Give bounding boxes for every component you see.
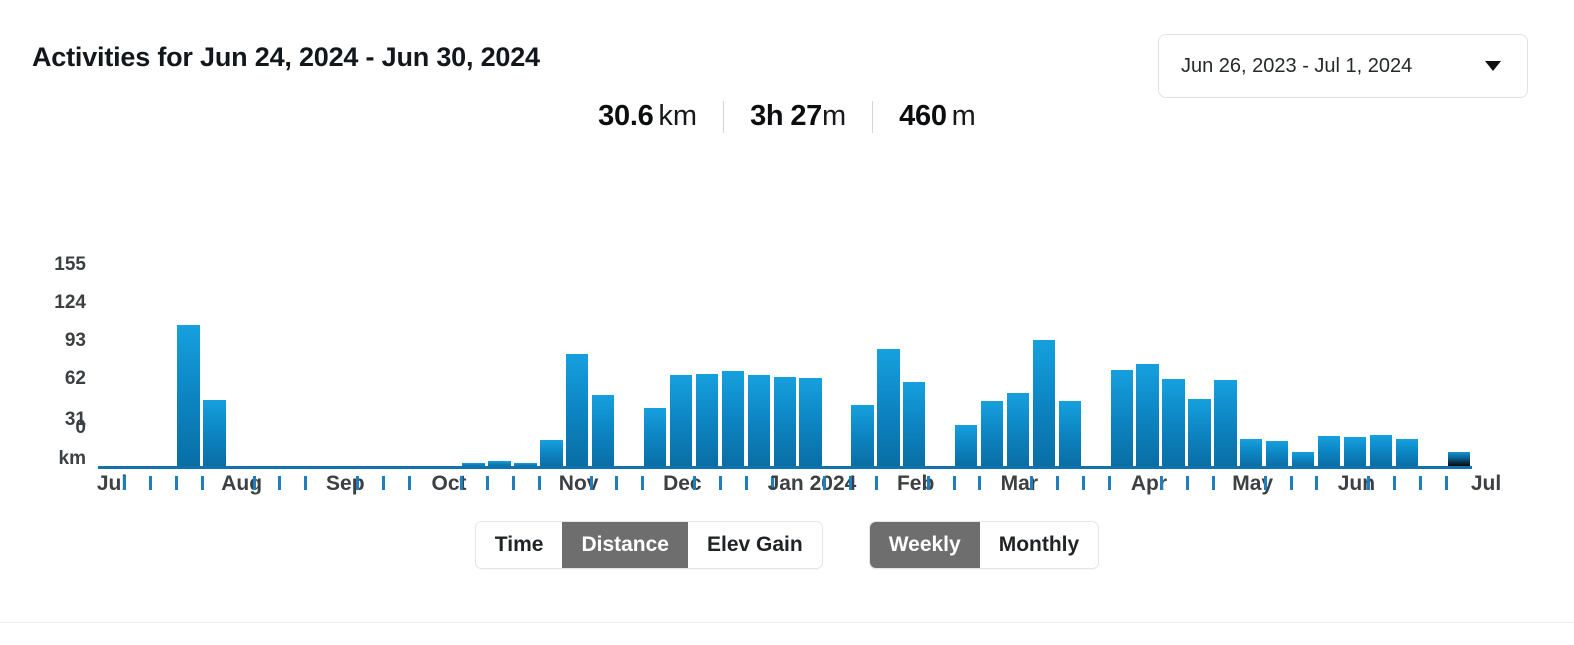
interval-toggle-group: Weekly Monthly bbox=[868, 521, 1100, 569]
x-axis-month-label: Jul bbox=[1470, 472, 1502, 495]
x-axis-tick bbox=[952, 476, 956, 490]
bar[interactable] bbox=[1292, 451, 1315, 466]
metric-option-distance[interactable]: Distance bbox=[562, 522, 688, 568]
x-axis-tick bbox=[278, 476, 282, 490]
bar[interactable] bbox=[1343, 437, 1367, 466]
x-axis-tick bbox=[511, 476, 515, 490]
x-axis-tick bbox=[1315, 476, 1319, 490]
bar[interactable] bbox=[773, 376, 796, 466]
bar[interactable] bbox=[540, 440, 563, 466]
bar[interactable] bbox=[980, 401, 1004, 466]
x-axis-tick bbox=[122, 476, 126, 490]
x-axis-tick bbox=[926, 476, 930, 490]
x-axis: Jul Aug Sep Oct Nov Dec Jan 2024 Feb Mar Apr May Ju… bbox=[97, 472, 1501, 522]
x-axis-tick bbox=[200, 476, 204, 490]
y-axis-tick-label: 93 bbox=[64, 330, 86, 351]
x-axis-tick bbox=[822, 476, 826, 490]
x-axis-tick bbox=[1030, 476, 1034, 490]
x-axis-tick bbox=[848, 476, 852, 490]
bar[interactable] bbox=[799, 377, 822, 466]
x-axis-tick bbox=[719, 476, 723, 490]
x-axis-tick bbox=[1367, 476, 1371, 490]
bar-selected[interactable] bbox=[1447, 451, 1470, 466]
bottom-divider bbox=[0, 622, 1574, 645]
x-axis-tick bbox=[1289, 476, 1293, 490]
x-axis-tick bbox=[1056, 476, 1060, 490]
x-axis-tick bbox=[1445, 476, 1449, 490]
x-axis-month-label: Aug bbox=[221, 472, 263, 495]
x-axis-month-label: Jan 2024 bbox=[767, 472, 857, 495]
y-axis-tick-label: 124 bbox=[54, 292, 86, 313]
x-axis-tick bbox=[485, 476, 489, 490]
x-axis-tick bbox=[148, 476, 152, 490]
bar[interactable] bbox=[1162, 379, 1185, 466]
bar[interactable] bbox=[1266, 441, 1289, 466]
x-axis-tick bbox=[408, 476, 412, 490]
x-axis-tick bbox=[1263, 476, 1267, 490]
chart-controls: Time Distance Elev Gain Weekly Monthly bbox=[0, 521, 1574, 569]
x-axis-tick bbox=[1159, 476, 1163, 490]
x-axis-tick bbox=[874, 476, 878, 490]
bar[interactable] bbox=[1369, 434, 1393, 466]
x-axis-tick bbox=[641, 476, 645, 490]
x-axis-tick bbox=[589, 476, 593, 490]
bar[interactable] bbox=[903, 381, 926, 466]
interval-option-weekly[interactable]: Weekly bbox=[869, 522, 980, 568]
x-axis-tick bbox=[382, 476, 386, 490]
bar[interactable] bbox=[592, 394, 615, 466]
interval-option-monthly[interactable]: Monthly bbox=[979, 522, 1099, 568]
metric-option-time[interactable]: Time bbox=[475, 522, 563, 568]
bar[interactable] bbox=[1006, 393, 1030, 466]
x-axis-tick bbox=[693, 476, 697, 490]
x-axis-tick bbox=[356, 476, 360, 490]
bar[interactable] bbox=[851, 405, 874, 466]
metric-option-elev-gain[interactable]: Elev Gain bbox=[687, 522, 822, 568]
x-axis-tick bbox=[978, 476, 982, 490]
bar[interactable] bbox=[1110, 370, 1133, 466]
bar[interactable] bbox=[747, 375, 770, 466]
x-axis-month-label: May bbox=[1232, 472, 1274, 495]
y-axis-unit-label: km bbox=[58, 448, 86, 469]
bar[interactable] bbox=[1214, 380, 1237, 466]
x-axis-tick bbox=[1185, 476, 1189, 490]
x-axis-tick bbox=[174, 476, 178, 490]
y-axis-tick-label: 62 bbox=[64, 368, 86, 389]
y-axis-tick-label: 155 bbox=[54, 254, 86, 275]
x-axis-tick bbox=[304, 476, 308, 490]
bar[interactable] bbox=[1058, 401, 1082, 466]
bar[interactable] bbox=[203, 399, 226, 466]
bar[interactable] bbox=[1240, 438, 1263, 466]
bar[interactable] bbox=[643, 407, 667, 466]
bar[interactable] bbox=[955, 424, 978, 466]
bar[interactable] bbox=[1188, 398, 1211, 466]
y-axis-tick-label: 0 bbox=[75, 417, 86, 438]
bar[interactable] bbox=[566, 354, 589, 466]
bar[interactable] bbox=[1317, 436, 1341, 466]
plot-area bbox=[98, 240, 1472, 466]
x-axis-tick bbox=[1082, 476, 1086, 490]
x-axis-tick bbox=[1419, 476, 1423, 490]
bar[interactable] bbox=[177, 324, 200, 466]
x-axis-tick bbox=[1211, 476, 1215, 490]
bar-series bbox=[98, 240, 1472, 466]
x-axis-tick bbox=[615, 476, 619, 490]
bar[interactable] bbox=[877, 349, 900, 466]
bar[interactable] bbox=[721, 371, 744, 466]
x-axis-tick bbox=[459, 476, 463, 490]
bar[interactable] bbox=[1136, 363, 1159, 466]
x-axis-baseline bbox=[98, 466, 1472, 469]
bar[interactable] bbox=[669, 375, 693, 466]
x-axis-tick bbox=[1108, 476, 1112, 490]
x-axis-tick bbox=[252, 476, 256, 490]
bar[interactable] bbox=[1395, 438, 1419, 466]
metric-toggle-group: Time Distance Elev Gain bbox=[474, 521, 823, 569]
bar[interactable] bbox=[1032, 340, 1056, 466]
x-axis-tick bbox=[537, 476, 541, 490]
bar[interactable] bbox=[695, 373, 719, 466]
x-axis-tick bbox=[745, 476, 749, 490]
x-axis-tick bbox=[1393, 476, 1397, 490]
